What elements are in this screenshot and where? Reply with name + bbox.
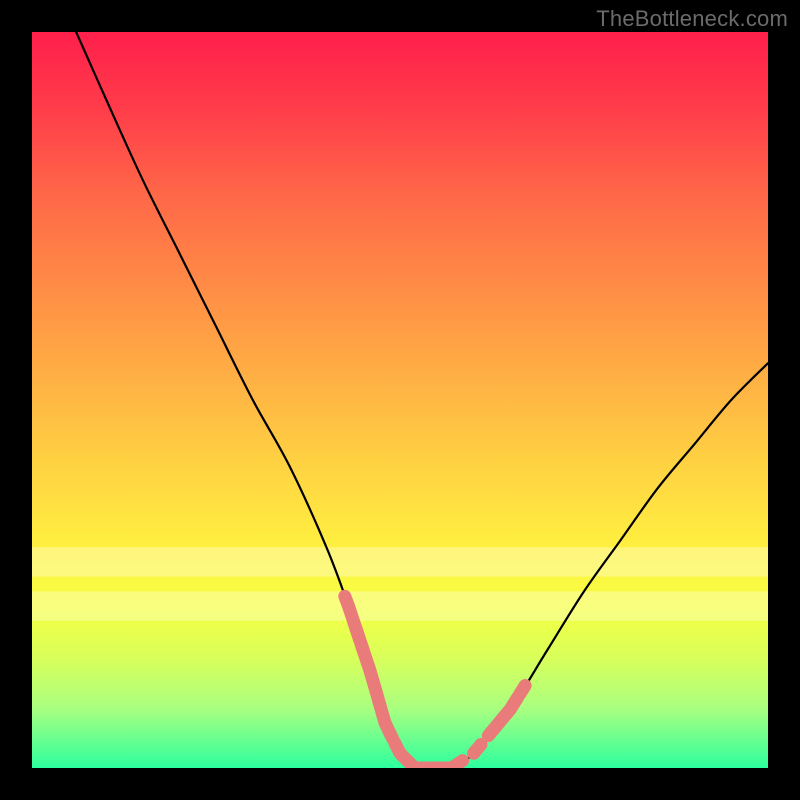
pale-band bbox=[32, 547, 768, 576]
highlight-segment bbox=[356, 628, 363, 650]
curve-svg bbox=[32, 32, 768, 768]
bottleneck-curve bbox=[76, 32, 768, 768]
highlight-segment bbox=[520, 686, 525, 694]
chart-frame: TheBottleneck.com bbox=[0, 0, 800, 800]
plot-area bbox=[32, 32, 768, 768]
pale-band bbox=[32, 591, 768, 620]
highlight-segment bbox=[474, 744, 481, 753]
highlight-segments bbox=[345, 596, 525, 768]
highlight-segment bbox=[362, 646, 393, 739]
highlight-segment bbox=[457, 761, 462, 764]
highlight-segment bbox=[488, 697, 517, 735]
pale-bands-group bbox=[32, 547, 768, 621]
watermark-text: TheBottleneck.com bbox=[596, 6, 788, 32]
